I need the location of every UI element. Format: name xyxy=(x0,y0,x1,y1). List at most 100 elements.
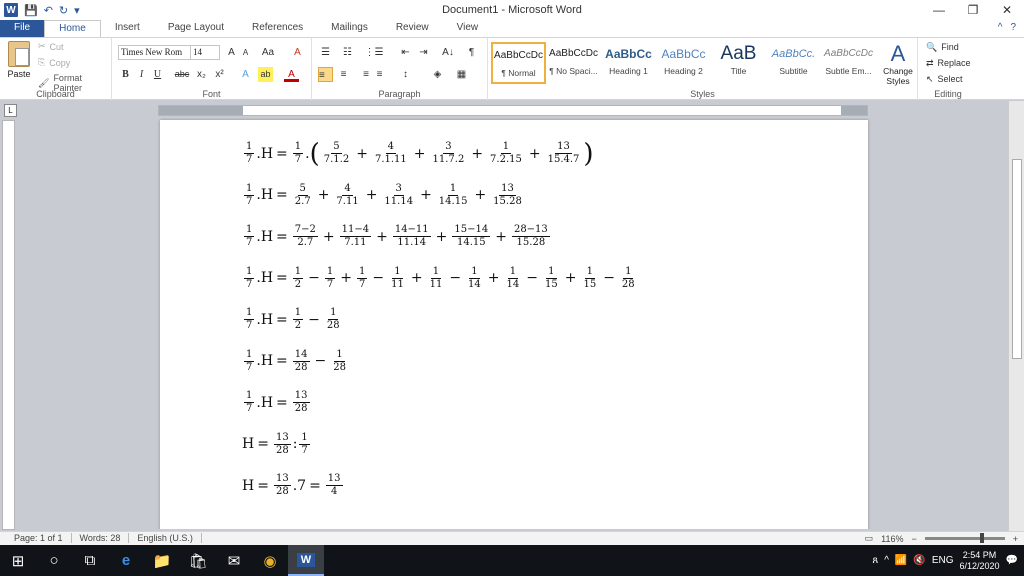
tab-review[interactable]: Review xyxy=(382,20,443,37)
strikethrough-button[interactable]: abc xyxy=(172,67,192,82)
increase-indent-button[interactable]: ⇥ xyxy=(416,45,431,60)
tab-references[interactable]: References xyxy=(238,20,317,37)
shading-button[interactable]: ◈ xyxy=(430,67,445,82)
chrome-icon[interactable]: ◉ xyxy=(252,545,288,576)
collapse-ribbon-icon[interactable]: ^ xyxy=(998,22,1003,33)
clock[interactable]: 2:54 PM 6/12/2020 xyxy=(960,550,1000,572)
style-heading-2[interactable]: AaBbCc Heading 2 xyxy=(656,42,711,84)
style-normal[interactable]: AaBbCcDc ¶ Normal xyxy=(491,42,546,84)
vertical-ruler[interactable] xyxy=(2,120,15,530)
people-icon[interactable]: ጸ xyxy=(872,555,878,566)
save-icon[interactable]: 💾 xyxy=(24,4,38,17)
subscript-button[interactable]: x₂ xyxy=(194,67,209,82)
borders-button[interactable]: ▦ xyxy=(454,67,469,82)
customize-qat-icon[interactable]: ▾ xyxy=(74,4,80,17)
numbering-button[interactable]: ☷ xyxy=(340,45,355,60)
show-marks-button[interactable]: ¶ xyxy=(464,45,479,60)
wifi-icon[interactable]: 📶 xyxy=(895,555,907,566)
style-no-spacing[interactable]: AaBbCcDc ¶ No Spaci... xyxy=(546,42,601,84)
horizontal-ruler[interactable] xyxy=(158,105,868,116)
redo-icon[interactable]: ↻ xyxy=(59,4,68,17)
paste-button[interactable]: Paste xyxy=(6,41,32,79)
clear-formatting-button[interactable]: A xyxy=(290,45,305,60)
minus-sign: − xyxy=(526,270,538,287)
highlight-button[interactable]: ab xyxy=(258,67,273,82)
close-button[interactable]: ✕ xyxy=(990,0,1024,20)
undo-icon[interactable]: ↶ xyxy=(44,4,53,17)
minimize-button[interactable]: — xyxy=(922,0,956,20)
word-taskbar-icon[interactable]: W xyxy=(288,545,324,576)
style-heading-1[interactable]: AaBbCc Heading 1 xyxy=(601,42,656,84)
plus-sign: + xyxy=(420,187,432,204)
find-button[interactable]: 🔍 Find xyxy=(926,42,959,53)
language-indicator-tray[interactable]: ENG xyxy=(932,555,954,566)
search-icon[interactable]: ○ xyxy=(36,545,72,576)
bold-button[interactable]: B xyxy=(118,67,133,82)
font-size-select[interactable]: 14 xyxy=(190,45,220,60)
zoom-out-button[interactable]: − xyxy=(911,534,916,544)
shrink-font-button[interactable]: A xyxy=(238,45,253,60)
fraction: 1 14 xyxy=(466,266,483,291)
file-explorer-icon[interactable]: 📁 xyxy=(144,545,180,576)
scroll-thumb[interactable] xyxy=(1012,159,1022,359)
multilevel-list-button[interactable]: ⋮☰ xyxy=(364,45,384,60)
sort-button[interactable]: A↓ xyxy=(438,45,458,60)
tab-home[interactable]: Home xyxy=(44,20,101,37)
grow-font-button[interactable]: A xyxy=(224,45,239,60)
font-name-select[interactable]: Times New Rom xyxy=(118,45,192,60)
mail-icon[interactable]: ✉ xyxy=(216,545,252,576)
replace-button[interactable]: ⇄ Replace xyxy=(926,58,971,69)
volume-icon[interactable]: 🔇 xyxy=(913,555,925,566)
center-button[interactable]: ≡ xyxy=(336,67,351,82)
align-right-button[interactable]: ≡ xyxy=(354,67,369,82)
show-hidden-icon[interactable]: ^ xyxy=(884,555,889,566)
document-page[interactable]: 1 7. H = 1 7.(5 7.1.2 +4 7.1.11 +3 11.7.2 +1 7.2.15 +… xyxy=(160,120,868,529)
numerator: 1 xyxy=(244,307,255,321)
cut-button[interactable]: ✂ Cut xyxy=(38,41,64,52)
change-case-button[interactable]: Aa xyxy=(258,45,278,60)
edge-icon[interactable]: e xyxy=(108,545,144,576)
tab-insert[interactable]: Insert xyxy=(101,20,154,37)
bullets-button[interactable]: ☰ xyxy=(318,45,333,60)
tab-view[interactable]: View xyxy=(443,20,493,37)
text-effects-button[interactable]: A xyxy=(238,67,253,82)
fraction: 17 xyxy=(244,224,255,249)
print-layout-icon[interactable]: ▭ xyxy=(865,533,874,544)
vertical-scrollbar[interactable] xyxy=(1008,101,1024,531)
justify-button[interactable]: ≡ xyxy=(372,67,387,82)
line-spacing-button[interactable]: ↕ xyxy=(398,67,413,82)
equation-line: 1 7. H = 1 7.(5 7.1.2 +4 7.1.11 +3 11.7.2 +1 7.2.15 +… xyxy=(242,133,639,175)
zoom-in-button[interactable]: + xyxy=(1013,534,1018,544)
zoom-slider[interactable] xyxy=(924,533,1005,543)
font-color-button[interactable]: A xyxy=(284,67,299,82)
task-view-icon[interactable]: ⧉ xyxy=(72,545,108,576)
tab-mailings[interactable]: Mailings xyxy=(317,20,382,37)
copy-button[interactable]: ⎘ Copy xyxy=(38,57,70,68)
tab-page-layout[interactable]: Page Layout xyxy=(154,20,238,37)
store-icon[interactable]: 🛍 xyxy=(180,545,216,576)
select-button[interactable]: ↖ Select xyxy=(926,74,963,85)
style-title[interactable]: AaB Title xyxy=(711,42,766,84)
word-count[interactable]: Words: 28 xyxy=(72,533,130,543)
zoom-level[interactable]: 116% xyxy=(881,534,903,544)
change-styles-button[interactable]: A Change Styles xyxy=(880,42,916,87)
restore-button[interactable]: ❐ xyxy=(956,0,990,20)
language-indicator[interactable]: English (U.S.) xyxy=(129,533,202,543)
underline-button[interactable]: U xyxy=(150,67,165,82)
superscript-button[interactable]: x² xyxy=(212,67,227,82)
numerator: 5 xyxy=(297,182,308,196)
style-subtitle[interactable]: AaBbCc. Subtitle xyxy=(766,42,821,84)
notification-icon[interactable]: 💬 xyxy=(1006,555,1018,566)
decrease-indent-button[interactable]: ⇤ xyxy=(398,45,413,60)
page-count[interactable]: Page: 1 of 1 xyxy=(6,533,72,543)
denominator: 11.14 xyxy=(384,195,414,207)
start-icon[interactable]: ⊞ xyxy=(0,545,36,576)
help-icon[interactable]: ? xyxy=(1010,22,1016,33)
tab-selector[interactable]: L xyxy=(4,104,17,117)
italic-button[interactable]: I xyxy=(134,67,149,82)
copy-icon: ⎘ xyxy=(38,57,46,67)
tab-file[interactable]: File xyxy=(0,20,45,37)
align-left-button[interactable]: ≡ xyxy=(318,67,333,82)
style-subtle-emphasis[interactable]: AaBbCcDc Subtle Em... xyxy=(821,42,876,84)
variable-h: H xyxy=(260,270,274,287)
